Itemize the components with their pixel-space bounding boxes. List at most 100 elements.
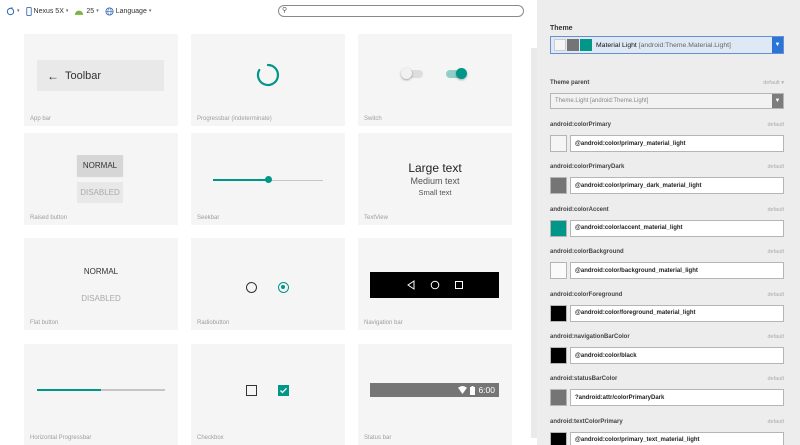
attribute-default: default xyxy=(767,122,784,128)
disabled-raised-button: DISABLED xyxy=(77,182,123,203)
color-swatch[interactable] xyxy=(550,262,567,280)
progress-spinner-icon xyxy=(256,63,280,87)
attribute-default: default xyxy=(767,334,784,340)
checkbox-unchecked[interactable] xyxy=(246,385,257,396)
card-flat-button[interactable]: NORMAL DISABLED Flat button xyxy=(24,238,178,330)
chevron-down-icon[interactable]: ▼ xyxy=(772,94,783,108)
card-label: TextView xyxy=(364,215,388,221)
checkbox-checked[interactable] xyxy=(278,385,289,396)
card-navigation-bar[interactable]: Navigation bar xyxy=(358,238,512,330)
attribute-value-field[interactable]: @android:color/foreground_material_light xyxy=(570,304,784,322)
back-icon[interactable] xyxy=(406,280,416,290)
attribute-value-field[interactable]: @android:color/accent_material_light xyxy=(570,219,784,237)
seekbar-thumb[interactable] xyxy=(264,176,272,183)
android-icon xyxy=(75,10,84,15)
attribute-value-field[interactable]: @android:color/background_material_light xyxy=(570,262,784,280)
card-status-bar[interactable]: 6:00 Status bar xyxy=(358,344,512,445)
chevron-down-icon: ▾ xyxy=(148,8,152,14)
device-label: Nexus 5X xyxy=(33,7,64,15)
attribute-default: default xyxy=(767,249,784,256)
card-switch[interactable]: Switch xyxy=(358,34,512,126)
chevron-down-icon[interactable]: ▼ xyxy=(772,37,783,53)
card-checkbox[interactable]: Checkbox xyxy=(191,344,345,445)
color-swatch[interactable] xyxy=(550,135,567,152)
card-label: Checkbox xyxy=(197,435,224,441)
api-menu[interactable]: 25 ▾ xyxy=(74,7,99,15)
theme-value: Material Light [android:Theme.Material.L… xyxy=(596,41,731,49)
theme-dropdown[interactable]: Material Light [android:Theme.Material.L… xyxy=(550,36,784,54)
recents-icon[interactable] xyxy=(454,280,464,290)
theme-label: Theme xyxy=(550,25,573,32)
switch-off-thumb[interactable] xyxy=(401,68,412,79)
color-swatch[interactable] xyxy=(550,389,567,407)
attribute-name: android:textColorPrimary default xyxy=(550,418,784,425)
language-menu[interactable]: Language ▾ xyxy=(105,6,152,16)
color-swatch[interactable] xyxy=(550,431,567,445)
rotate-icon xyxy=(6,6,15,15)
card-label: App bar xyxy=(30,116,52,122)
radio-unchecked[interactable] xyxy=(246,282,257,293)
attribute-row: @android:color/background_material_light xyxy=(550,262,784,280)
card-label: Raised button xyxy=(30,215,68,221)
card-horizontal-progressbar[interactable]: Horizontal Progressbar xyxy=(24,344,178,445)
attribute-name: android:statusBarColor default xyxy=(550,376,784,383)
theme-parent-default: default ▾ xyxy=(763,80,784,86)
color-swatch[interactable] xyxy=(550,219,567,237)
card-textview[interactable]: Large text Medium text Small text TextVi… xyxy=(358,133,512,225)
back-arrow-icon: ← xyxy=(47,68,59,83)
card-label: Status bar xyxy=(364,435,392,441)
card-label: Flat button xyxy=(30,320,59,326)
check-icon xyxy=(280,387,287,394)
card-raised-button[interactable]: NORMAL DISABLED Raised button xyxy=(24,133,178,225)
language-label: Language xyxy=(115,7,147,15)
attribute-row: @android:color/accent_material_light xyxy=(550,219,784,237)
attribute-value-field[interactable]: @android:color/primary_dark_material_lig… xyxy=(570,177,784,195)
attribute-row: @android:color/black xyxy=(550,347,784,364)
theme-swatch-primary xyxy=(554,39,566,51)
wifi-icon xyxy=(458,386,468,394)
attribute-default: default xyxy=(767,376,784,383)
attribute-value-field[interactable]: @android:color/black xyxy=(570,347,784,364)
status-bar-preview: 6:00 xyxy=(370,383,499,397)
nav-bar-preview xyxy=(370,272,499,298)
attribute-name: android:colorAccent default xyxy=(550,206,784,213)
attribute-name: android:colorPrimary default xyxy=(550,122,784,128)
card-progressbar[interactable]: Progressbar (indeterminate) xyxy=(191,34,345,126)
attribute-value-field[interactable]: @android:color/primary_material_light xyxy=(570,135,784,152)
theme-swatch-accent xyxy=(580,39,592,51)
attribute-default: default xyxy=(767,164,784,171)
attribute-name: android:colorPrimaryDark default xyxy=(550,164,784,171)
switch-on-thumb[interactable] xyxy=(456,68,467,79)
card-label: Navigation bar xyxy=(364,320,403,326)
search-input[interactable]: ⚲ xyxy=(278,5,524,17)
color-swatch[interactable] xyxy=(550,304,567,322)
theme-parent-dropdown[interactable]: Theme.Light [android:Theme.Light] ▼ xyxy=(550,93,784,109)
device-menu[interactable]: Nexus 5X ▾ xyxy=(25,6,69,16)
attribute-name: android:colorForeground default xyxy=(550,291,784,298)
api-label: 25 xyxy=(86,7,95,15)
radio-checked[interactable] xyxy=(278,282,289,293)
normal-flat-button[interactable]: NORMAL xyxy=(24,267,178,276)
color-swatch[interactable] xyxy=(550,347,567,364)
attribute-value-field[interactable]: ?android:attr/colorPrimaryDark xyxy=(570,389,784,407)
card-app-bar[interactable]: ← Toolbar App bar xyxy=(24,34,178,126)
normal-raised-button[interactable]: NORMAL xyxy=(77,155,123,176)
attribute-name: android:navigationBarColor default xyxy=(550,334,784,340)
attribute-default: default xyxy=(767,418,784,425)
home-icon[interactable] xyxy=(430,280,440,290)
search-icon: ⚲ xyxy=(282,7,288,14)
disabled-flat-button: DISABLED xyxy=(81,294,121,303)
card-seekbar[interactable]: Seekbar xyxy=(191,133,345,225)
chevron-down-icon: ▾ xyxy=(65,8,69,14)
orientation-menu[interactable]: ▾ xyxy=(6,6,20,16)
small-text: Small text xyxy=(418,188,452,197)
attribute-value-field[interactable]: @android:color/primary_text_material_lig… xyxy=(570,431,784,445)
hprogress-fill xyxy=(37,389,101,391)
color-swatch[interactable] xyxy=(550,177,567,195)
card-radiobutton[interactable]: Radiobutton xyxy=(191,238,345,330)
large-text: Large text xyxy=(408,161,462,175)
globe-icon xyxy=(105,6,114,16)
phone-icon xyxy=(25,6,32,16)
battery-icon xyxy=(470,385,476,395)
theme-parent-header: Theme parent default ▾ xyxy=(550,80,784,86)
